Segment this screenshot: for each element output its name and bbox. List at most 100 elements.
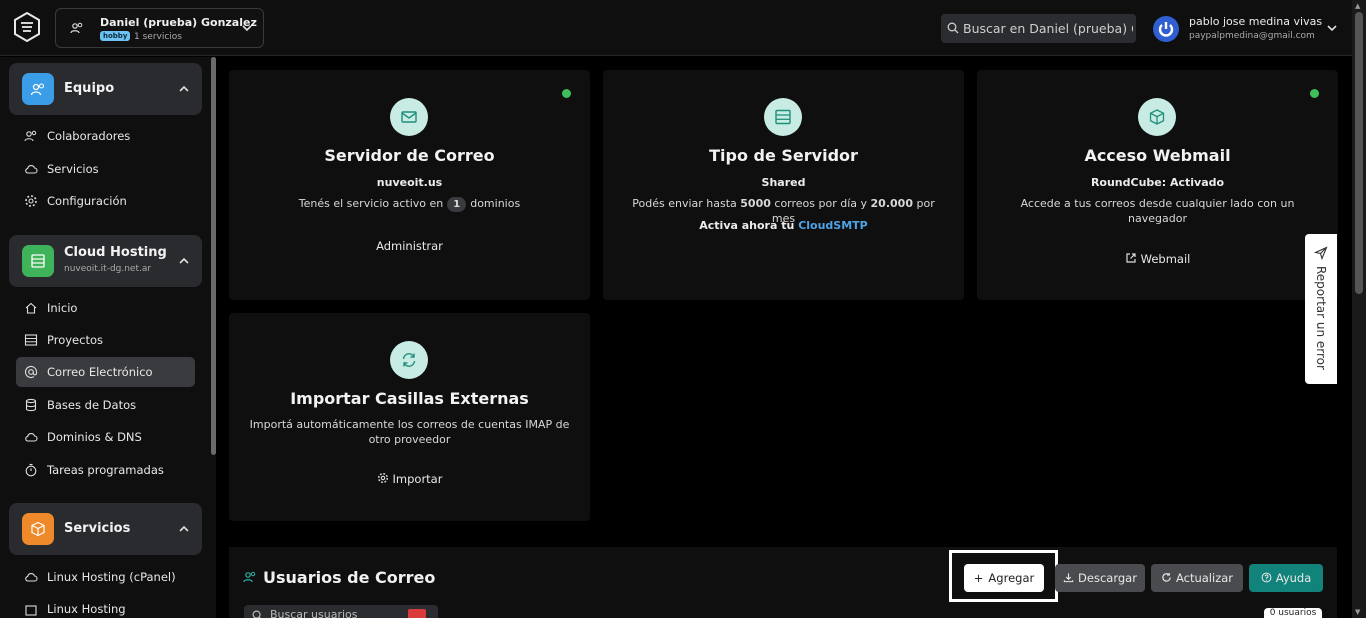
daily-limit: 5000: [740, 197, 771, 210]
sidebar-item-colaboradores[interactable]: Colaboradores: [16, 121, 195, 151]
group-title: Servicios: [64, 521, 131, 536]
scroll-up-icon[interactable]: ▲: [1355, 2, 1360, 10]
sidebar-item-label: Configuración: [47, 194, 127, 208]
domain-count-badge: 1: [447, 197, 467, 212]
import-description: Importá automáticamente los correos de c…: [249, 418, 570, 446]
sidebar-item-servicios[interactable]: Servicios: [16, 154, 195, 184]
sidebar-item-dominios-dns[interactable]: Dominios & DNS: [16, 422, 195, 452]
page-scrollbar-thumb[interactable]: [1355, 12, 1363, 294]
sidebar: Equipo Colaboradores Servicios Configura…: [0, 57, 216, 618]
status-indicator: [1310, 89, 1319, 98]
users-search[interactable]: Buscar usuarios: [244, 605, 438, 618]
timer-icon: [25, 463, 37, 477]
user-menu[interactable]: pablo jose medina vivas paypalpmedina@gm…: [1153, 12, 1338, 46]
group-title: Cloud Hosting: [64, 245, 167, 260]
download-button[interactable]: Descargar: [1055, 564, 1145, 592]
sidebar-item-bases-de-datos[interactable]: Bases de Datos: [16, 390, 195, 420]
help-button[interactable]: Ayuda: [1249, 564, 1323, 592]
report-error-tab[interactable]: Reportar un error: [1305, 234, 1337, 384]
clear-search-button[interactable]: [408, 609, 426, 618]
global-search-input[interactable]: [963, 14, 1133, 43]
promo-text: Activa ahora tu: [699, 219, 795, 232]
user-name: pablo jose medina vivas: [1189, 15, 1323, 28]
sidebar-item-linux-hosting[interactable]: Linux Hosting: [16, 594, 195, 618]
box-icon: [1149, 109, 1165, 125]
card-server-type: Tipo de Servidor Shared Podés enviar has…: [603, 70, 964, 300]
refresh-icon: [1162, 572, 1171, 582]
card-title: Importar Casillas Externas: [290, 389, 529, 408]
cloudsmtp-link[interactable]: CloudSMTP: [798, 219, 868, 232]
users-icon: [30, 83, 45, 96]
users-count-badge: 0 usuarios: [1264, 608, 1322, 618]
users-panel: Usuarios de Correo + Agregar Descargar Ac…: [229, 547, 1337, 618]
users-search-placeholder: Buscar usuarios: [270, 608, 358, 618]
external-link-icon: [1126, 253, 1136, 263]
send-icon: [1314, 246, 1328, 260]
sidebar-item-label: Bases de Datos: [47, 398, 137, 412]
chevron-up-icon[interactable]: [178, 523, 190, 535]
sidebar-item-label: Linux Hosting (cPanel): [47, 570, 176, 584]
sidebar-group-equipo[interactable]: Equipo: [9, 63, 202, 115]
help-icon: [1261, 572, 1272, 583]
avatar: [1153, 16, 1179, 42]
card-import: Importar Casillas Externas Importá autom…: [229, 313, 590, 521]
add-user-button[interactable]: + Agregar: [964, 564, 1044, 592]
account-switcher[interactable]: Daniel (prueba) Gonzalez hobby 1 servici…: [55, 8, 264, 48]
sidebar-item-tareas-programadas[interactable]: Tareas programadas: [16, 455, 195, 485]
download-label: Descargar: [1078, 571, 1137, 585]
square-icon: [25, 605, 37, 616]
sidebar-item-inicio[interactable]: Inicio: [16, 293, 195, 323]
sidebar-item-label: Correo Electrónico: [47, 365, 153, 379]
sidebar-group-cloud-hosting[interactable]: Cloud Hosting nuveoit.it-dg.net.ar: [9, 235, 202, 287]
refresh-icon: [402, 353, 416, 367]
importar-link-label: Importar: [392, 472, 443, 486]
services-count: 1 servicios: [134, 32, 182, 42]
chevron-up-icon[interactable]: [178, 255, 190, 267]
report-error-label-wrap: Reportar un error: [1305, 266, 1337, 376]
sidebar-item-proyectos[interactable]: Proyectos: [16, 325, 195, 355]
help-label: Ayuda: [1275, 571, 1312, 585]
sidebar-scrollbar[interactable]: [210, 57, 216, 618]
services-group-icon: [22, 513, 54, 545]
scroll-down-icon[interactable]: ▼: [1355, 608, 1360, 616]
limits-text-a: Podés enviar hasta: [632, 197, 737, 210]
webmail-description: Accede a tus correos desde cualquier lad…: [1020, 197, 1295, 225]
active-domains-text: Tenés el servicio activo en 1 dominios: [249, 196, 570, 212]
global-search[interactable]: [941, 14, 1136, 43]
card-webmail: Acceso Webmail RoundCube: Activado Acced…: [977, 70, 1338, 300]
at-icon: [24, 366, 38, 378]
team-group-icon: [22, 73, 54, 105]
sidebar-item-label: Colaboradores: [47, 129, 131, 143]
power-icon: [1155, 18, 1177, 40]
sidebar-item-linux-hosting-cpanel[interactable]: Linux Hosting (cPanel): [16, 562, 195, 592]
mail-icon-circle: [390, 98, 428, 136]
search-icon: [947, 22, 959, 34]
user-email: paypalpmedina@gmail.com: [1189, 31, 1315, 41]
logo-icon[interactable]: [12, 12, 42, 42]
users-icon: [243, 571, 256, 583]
plan-badge: hobby: [100, 31, 131, 41]
administrar-link[interactable]: Administrar: [229, 239, 590, 253]
importar-link[interactable]: Importar: [229, 472, 590, 486]
refresh-label: Actualizar: [1175, 571, 1234, 585]
webmail-link[interactable]: Webmail: [977, 252, 1338, 266]
box-icon-circle: [1138, 98, 1176, 136]
sidebar-item-label: Proyectos: [47, 333, 103, 347]
sidebar-item-correo-electronico[interactable]: Correo Electrónico: [16, 357, 195, 387]
page-scrollbar[interactable]: ▲ ▼: [1352, 0, 1366, 618]
sidebar-item-configuracion[interactable]: Configuración: [16, 186, 195, 216]
home-icon: [25, 302, 37, 314]
chevron-up-icon[interactable]: [178, 83, 190, 95]
sidebar-scrollbar-thumb[interactable]: [211, 57, 216, 455]
users-icon: [24, 130, 37, 142]
refresh-icon-circle: [390, 341, 428, 379]
monthly-limit: 20.000: [870, 197, 913, 210]
chevron-down-icon: [1327, 25, 1337, 32]
plus-icon: +: [973, 571, 984, 585]
database-icon: [25, 398, 37, 412]
server-type-value: Shared: [761, 176, 806, 189]
card-mail-server: Servidor de Correo nuveoit.us Tenés el s…: [229, 70, 590, 300]
refresh-button[interactable]: Actualizar: [1151, 564, 1243, 592]
sidebar-item-label: Tareas programadas: [47, 463, 164, 477]
sidebar-group-servicios[interactable]: Servicios: [9, 503, 202, 555]
